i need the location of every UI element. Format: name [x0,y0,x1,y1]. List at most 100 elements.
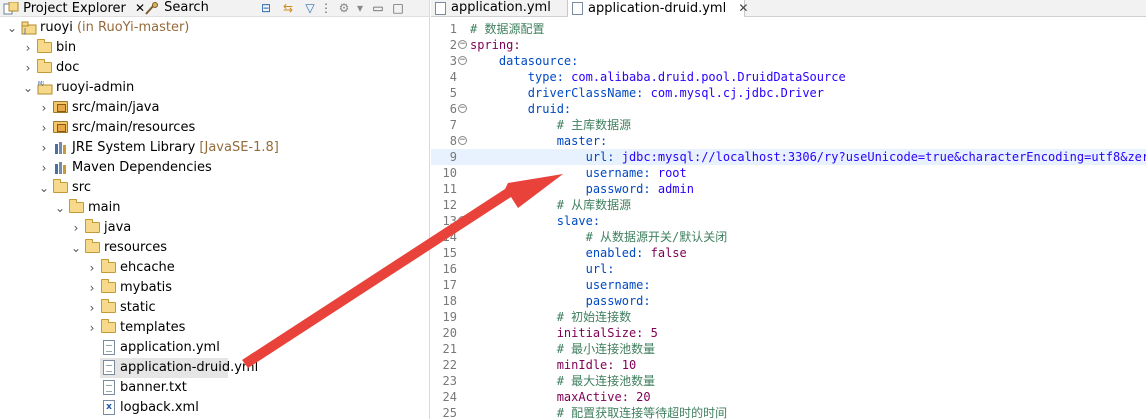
chevron-down-icon[interactable]: ⌄ [6,18,18,38]
chevron-right-icon[interactable]: › [86,318,98,338]
code-key: type: [527,70,564,84]
tree-item-name: main [88,200,121,215]
chevron-down-icon[interactable]: ⌄ [54,198,66,218]
code-line[interactable]: 20 initialSize: 5 [431,325,1146,341]
code-line[interactable]: 9 url: jdbc:mysql://localhost:3306/ry?us… [431,149,1146,165]
chevron-right-icon[interactable]: › [38,138,50,158]
code-line[interactable]: 1 # 数据源配置 [431,21,1146,37]
tab-project-explorer[interactable]: Project Explorer ✕ [3,0,145,17]
editor-tab-application-druid-yml[interactable]: application-druid.yml ✕ [567,0,748,17]
chevron-right-icon[interactable]: › [86,278,98,298]
fold-toggle-icon[interactable]: − [458,216,467,225]
code-line[interactable]: 25 # 配置获取连接等待超时的时间 [431,405,1146,419]
chevron-down-icon[interactable]: ⌄ [38,178,50,198]
chevron-right-icon[interactable]: › [22,58,34,78]
code-line[interactable]: 12 # 从库数据源 [431,197,1146,213]
code-key: spring: [470,38,521,52]
chevron-right-icon[interactable]: › [22,38,34,58]
editor-tab-application-yml[interactable]: application.yml [431,0,562,17]
chevron-down-icon[interactable]: ⌄ [22,78,34,98]
code-line[interactable]: 19 # 初始连接数 [431,309,1146,325]
chevron-right-icon[interactable]: › [38,98,50,118]
view-menu-chevron-icon[interactable]: ▾ [352,1,368,16]
tree-item-name: resources [104,240,168,255]
tree-item[interactable]: application-druid.yml [100,358,258,378]
code-value: com.alibaba.druid.pool.DruidDataSource [563,70,846,84]
working-sets-icon[interactable]: ⚙ [336,1,352,16]
tree-item-label: main [88,198,120,218]
chevron-down-icon[interactable]: ⌄ [70,238,82,258]
code-key: druid: [527,102,572,116]
code-comment: # 主库数据源 [556,118,632,132]
code-value: 5 [643,326,658,340]
fold-toggle-icon[interactable]: − [458,40,467,49]
tree-item-name: java [104,220,132,235]
code-comment: # 配置获取连接等待超时的时间 [556,406,728,419]
chevron-right-icon[interactable]: › [86,258,98,278]
code-value: 20 [628,390,651,404]
code-line[interactable]: 4 type: com.alibaba.druid.pool.DruidData… [431,69,1146,85]
maximize-view-icon[interactable]: □ [390,1,406,16]
chevron-right-icon[interactable]: › [38,118,50,138]
tree-item-name: bin [56,40,77,55]
maven-project-icon: MJ [37,81,53,95]
source-folder-icon [53,121,69,135]
tree-item-label: templates [120,318,185,338]
fold-toggle-icon[interactable]: − [458,104,467,113]
line-number: 7 [449,118,457,132]
code-line[interactable]: 17 username: [431,277,1146,293]
filter-icon[interactable]: ▽ [302,1,318,16]
tab-search[interactable]: Search [144,0,209,17]
tree-item-label: banner.txt [120,378,187,398]
library-icon [53,161,69,175]
chevron-right-icon[interactable]: › [86,298,98,318]
tree-item-label: src/main/java [72,98,159,118]
code-line[interactable]: 8− master: [431,133,1146,149]
code-line[interactable]: 21 # 最小连接池数量 [431,341,1146,357]
code-line[interactable]: 18 password: [431,293,1146,309]
code-area[interactable]: 1 # 数据源配置 2− spring: 3− datasource: 4 type: c… [431,17,1146,419]
code-line[interactable]: 5 driverClassName: com.mysql.cj.jdbc.Dri… [431,85,1146,101]
code-line[interactable]: 10 username: root [431,165,1146,181]
folder-icon [85,239,101,255]
minimize-view-icon[interactable]: ▭ [370,1,386,16]
tree-item-label: src/main/resources [72,118,195,138]
code-line[interactable]: 11 password: admin [431,181,1146,197]
yml-file-icon [435,2,446,15]
line-number: 2 [449,38,457,52]
code-line[interactable]: 2− spring: [431,37,1146,53]
view-menu-icon[interactable]: ⋮ [318,1,334,16]
chevron-right-icon[interactable]: › [70,218,82,238]
code-line[interactable]: 7 # 主库数据源 [431,117,1146,133]
code-line[interactable]: 3− datasource: [431,53,1146,69]
editor-tab-close-icon[interactable]: ✕ [738,1,748,15]
link-with-editor-icon[interactable]: ⇆ [280,1,296,16]
code-line[interactable]: 15 enabled: false [431,245,1146,261]
chevron-right-icon[interactable]: › [38,158,50,178]
fold-toggle-icon[interactable]: − [458,136,467,145]
collapse-all-icon[interactable]: ⊟ [258,1,274,16]
tree-item-label: ehcache [120,258,175,278]
tree-item-name: ruoyi [40,20,73,35]
code-line[interactable]: 6− druid: [431,101,1146,117]
code-line[interactable]: 14 # 从数据源开关/默认关闭 [431,229,1146,245]
code-value: com.mysql.cj.jdbc.Driver [643,86,825,100]
fold-toggle-icon[interactable]: − [458,56,467,65]
code-value: jdbc:mysql://localhost:3306/ry?useUnicod… [614,150,1146,164]
code-line[interactable]: 22 minIdle: 10 [431,357,1146,373]
code-comment: # 最大连接池数量 [556,374,656,388]
line-number: 16 [442,262,457,276]
tree-item-label: static [120,298,156,318]
code-line[interactable]: 23 # 最大连接池数量 [431,373,1146,389]
code-key: password: [585,294,651,308]
code-key: driverClassName: [527,86,644,100]
code-text: datasource: [470,53,578,69]
line-number: 21 [442,342,457,356]
code-line[interactable]: 13− slave: [431,213,1146,229]
code-line[interactable]: 24 maxActive: 20 [431,389,1146,405]
code-text: slave: [470,213,600,229]
code-line[interactable]: 16 url: [431,261,1146,277]
